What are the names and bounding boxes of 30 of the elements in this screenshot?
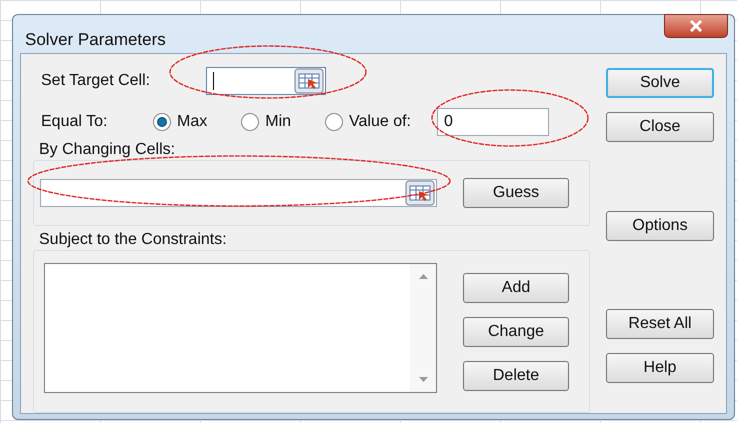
dialog-button[interactable]: Options	[606, 210, 714, 240]
radio-label: Max	[177, 112, 208, 132]
scroll-down-icon[interactable]	[418, 376, 428, 382]
dialog-button[interactable]: Delete	[463, 360, 569, 390]
field-label: Equal To:	[41, 112, 108, 132]
value-field[interactable]: 0	[436, 108, 549, 136]
radio-button[interactable]	[241, 112, 260, 130]
radio-label: Value of:	[349, 112, 411, 132]
dialog-button[interactable]: Reset All	[606, 308, 714, 338]
dialog-button[interactable]: Guess	[463, 178, 569, 208]
dialog-button[interactable]: Close	[606, 112, 714, 142]
scroll-bar[interactable]	[410, 264, 436, 392]
dialog-button[interactable]: Add	[463, 272, 569, 302]
close-button[interactable]	[664, 14, 728, 38]
target-cell-field[interactable]	[206, 66, 326, 94]
radio-label: Min	[265, 112, 292, 132]
changing-cells-field[interactable]	[40, 178, 437, 206]
dialog-button[interactable]: Solve	[606, 68, 714, 98]
window-title: Solver Parameters	[25, 29, 166, 51]
group-label: Subject to the Constraints:	[39, 230, 228, 250]
range-select-icon[interactable]	[294, 68, 324, 94]
dialog-button[interactable]: Help	[606, 352, 714, 382]
dialog-button[interactable]: Change	[463, 316, 569, 346]
scroll-up-icon[interactable]	[418, 274, 428, 278]
radio-button[interactable]	[153, 112, 171, 130]
radio-button[interactable]	[325, 112, 344, 130]
field-label: Set Target Cell:	[41, 70, 152, 90]
range-select-icon[interactable]	[405, 180, 435, 206]
close-icon	[689, 20, 703, 32]
group-label: By Changing Cells:	[39, 140, 176, 160]
